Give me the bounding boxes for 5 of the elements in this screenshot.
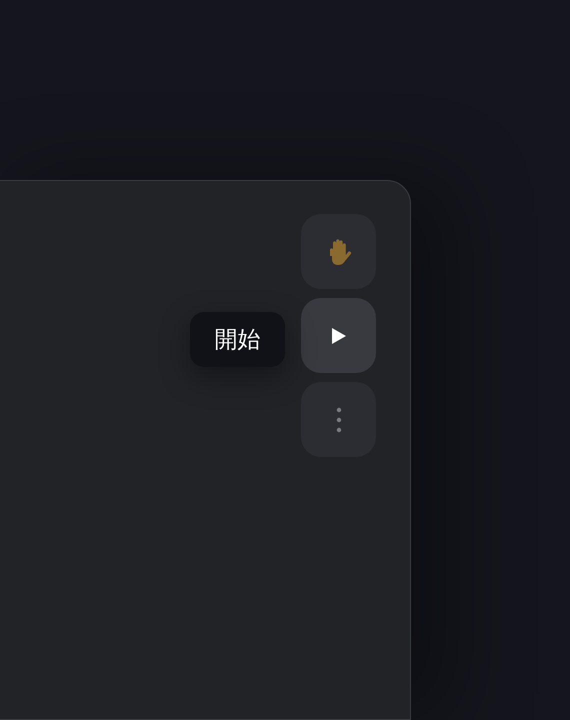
more-icon (336, 406, 342, 432)
start-button[interactable] (301, 298, 376, 373)
play-icon (330, 326, 346, 344)
raise-hand-button[interactable] (301, 214, 376, 289)
tooltip: 開始 (190, 312, 285, 367)
